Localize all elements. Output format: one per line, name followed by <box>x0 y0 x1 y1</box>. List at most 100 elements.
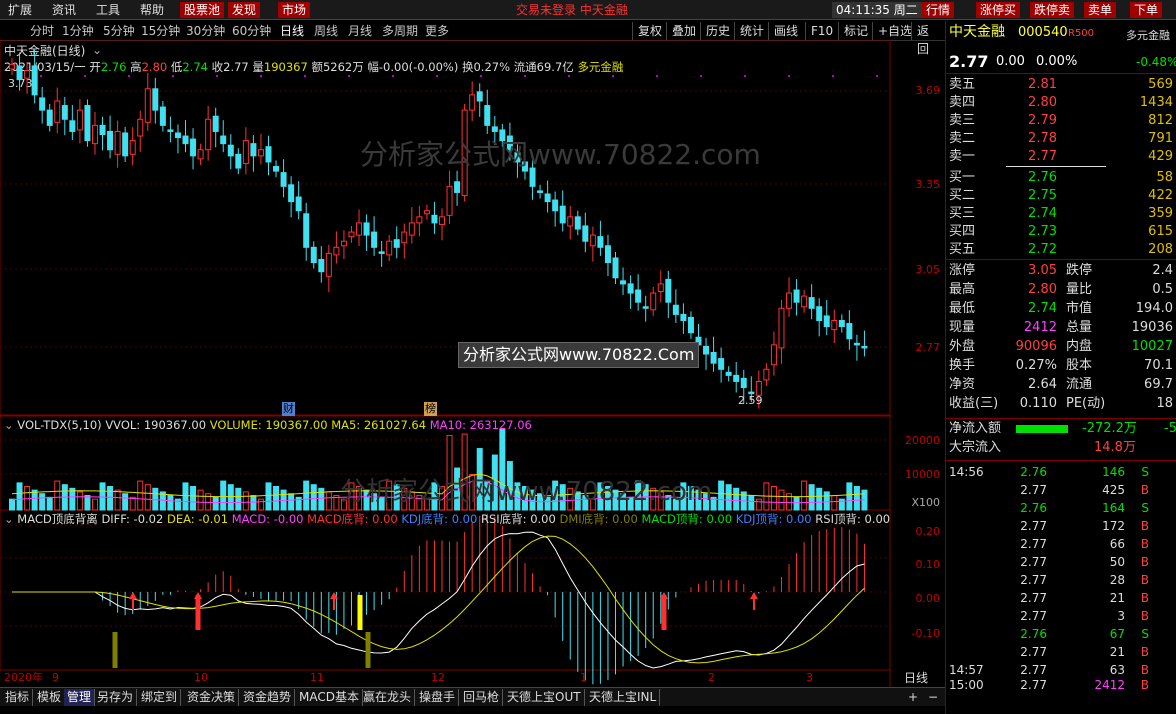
ask-row: 卖二 2.78 791 <box>946 130 1176 148</box>
period-tab[interactable]: 1分钟 <box>62 23 94 39</box>
candle-body <box>838 319 845 328</box>
volume-bar <box>853 486 860 511</box>
period-tab[interactable]: 分时 <box>30 23 54 39</box>
stock-name: 中天金融 <box>949 24 1005 40</box>
btn-draw[interactable]: 画线 <box>768 22 803 40</box>
candle-body <box>718 358 725 370</box>
tab-save-as[interactable]: 另存为 <box>94 689 138 706</box>
stat-label: 量比 <box>1066 282 1093 297</box>
period-tab[interactable]: 30分钟 <box>186 23 225 39</box>
btn-limit-down-sell[interactable]: 跌停卖 <box>1030 2 1075 18</box>
period-tab-selected[interactable]: 日线 <box>280 23 304 39</box>
watermark-text-2: 分析家公式网www.70822.com <box>340 477 713 507</box>
tick-price: 2.77 <box>1020 609 1047 623</box>
btn-f10[interactable]: F10 <box>805 22 838 40</box>
menu-market[interactable]: 市场 <box>278 2 311 18</box>
tick-row: 15:00 2.77 2412 B <box>946 676 1176 694</box>
bid-price: 2.74 <box>1028 206 1057 221</box>
volume-bar <box>182 482 189 511</box>
add-icon[interactable]: + <box>908 690 918 704</box>
btn-order[interactable]: 下单 <box>1130 2 1163 18</box>
tick-row: 14:56 2.76 146 S <box>946 463 1176 481</box>
finance-mark[interactable]: 财 <box>282 402 295 416</box>
ask-row: 卖五 2.81 569 <box>946 76 1176 94</box>
tick-side: B <box>1140 483 1149 497</box>
candle-body <box>257 149 264 157</box>
bid-level: 买五 <box>949 242 976 257</box>
volume-bar <box>242 491 249 511</box>
marker-dot <box>172 75 174 77</box>
stat-value: 0.27% <box>1015 358 1057 373</box>
volume-bar <box>733 487 740 511</box>
candle-body <box>190 138 197 157</box>
tab-dragon-head[interactable]: 赢在龙头 <box>360 689 416 706</box>
menu-stock-pool[interactable]: 股票池 <box>180 2 225 18</box>
stat-value: 69.7 <box>1144 377 1173 392</box>
tab-fund-decision[interactable]: 资金决策 <box>184 689 240 706</box>
btn-back[interactable]: 返回 <box>911 22 945 56</box>
candle-body <box>552 199 559 212</box>
bid-level: 买四 <box>949 224 976 239</box>
period-tab[interactable]: 周线 <box>314 23 338 39</box>
period-tab[interactable]: 5分钟 <box>103 23 135 39</box>
tab-tiande-inl[interactable]: 天德上宝INL <box>586 689 661 706</box>
tick-price: 2.77 <box>1020 678 1047 692</box>
btn-limit-up-buy[interactable]: 涨停买 <box>976 2 1021 18</box>
candle-body <box>861 345 868 349</box>
period-tab[interactable]: 月线 <box>348 23 372 39</box>
ask-level: 卖一 <box>949 149 976 164</box>
period-tab[interactable]: 多周期 <box>382 23 418 39</box>
stat-label: 股本 <box>1066 358 1093 373</box>
period-tab[interactable]: 15分钟 <box>141 23 180 39</box>
remove-icon[interactable]: − <box>928 690 938 704</box>
ranking-mark[interactable]: 榜 <box>424 402 437 416</box>
tab-bind[interactable]: 绑定到 <box>138 689 182 706</box>
macd-header: ⌄ MACD顶底背离 DIFF: -0.02 DEA: -0.01 MACD: … <box>4 512 891 526</box>
stat-row: 外盘 90096 内盘 10027 <box>946 338 1176 356</box>
period-tab[interactable]: 60分钟 <box>232 23 271 39</box>
menu-news[interactable]: 资讯 <box>48 2 80 18</box>
volume-bar <box>9 498 15 511</box>
tab-horse-gun[interactable]: 回马枪 <box>460 689 504 706</box>
candle-body <box>310 246 317 264</box>
chevron-down-icon[interactable]: ⌄ <box>4 512 14 526</box>
net-inflow-label: 净流入额 <box>949 421 1002 436</box>
volume-bar <box>167 495 174 511</box>
volume-bar <box>190 486 197 511</box>
candle-body <box>76 109 83 131</box>
btn-history[interactable]: 历史 <box>700 22 735 40</box>
btn-quote[interactable]: 行情 <box>922 2 955 18</box>
btn-stats[interactable]: 统计 <box>734 22 769 40</box>
marker-dot <box>348 75 350 77</box>
stat-value: 90096 <box>1015 339 1057 354</box>
tab-trader[interactable]: 操盘手 <box>416 689 460 706</box>
bid-level: 买二 <box>949 188 976 203</box>
candle-body <box>39 97 46 111</box>
tab-manage[interactable]: 管理 <box>64 689 96 706</box>
tick-volume: 50 <box>1109 555 1125 569</box>
stat-row: 净资 2.64 流通 69.7 <box>946 376 1176 394</box>
more-dropdown[interactable]: 更多 <box>425 23 449 39</box>
tab-tiande-out[interactable]: 天德上宝OUT <box>504 689 585 706</box>
ask-level: 卖二 <box>949 131 976 146</box>
ask-level: 卖五 <box>949 77 976 92</box>
btn-mark[interactable]: 标记 <box>838 22 873 40</box>
btn-overlay[interactable]: 叠加 <box>666 22 701 40</box>
menu-tools[interactable]: 工具 <box>92 2 124 18</box>
sector-name[interactable]: 多元金融 <box>1126 29 1170 43</box>
btn-sell[interactable]: 卖单 <box>1084 2 1117 18</box>
net-inflow-extra: -5 <box>1164 421 1176 436</box>
tab-template[interactable]: 模板 <box>34 689 66 706</box>
candle-body <box>725 371 732 376</box>
tab-indicator[interactable]: 指标 <box>2 689 34 706</box>
menu-expand[interactable]: 扩展 <box>4 2 36 18</box>
bid-volume: 422 <box>1148 188 1173 203</box>
btn-adjust[interactable]: 复权 <box>632 22 667 40</box>
chevron-down-icon[interactable]: ⌄ <box>4 418 14 432</box>
tick-side: S <box>1141 501 1149 515</box>
menu-help[interactable]: 帮助 <box>136 2 168 18</box>
menu-discover[interactable]: 发现 <box>228 2 261 18</box>
tab-macd-basic[interactable]: MACD基本 <box>296 689 363 706</box>
tab-fund-trend[interactable]: 资金趋势 <box>240 689 296 706</box>
candle-body <box>476 91 483 102</box>
